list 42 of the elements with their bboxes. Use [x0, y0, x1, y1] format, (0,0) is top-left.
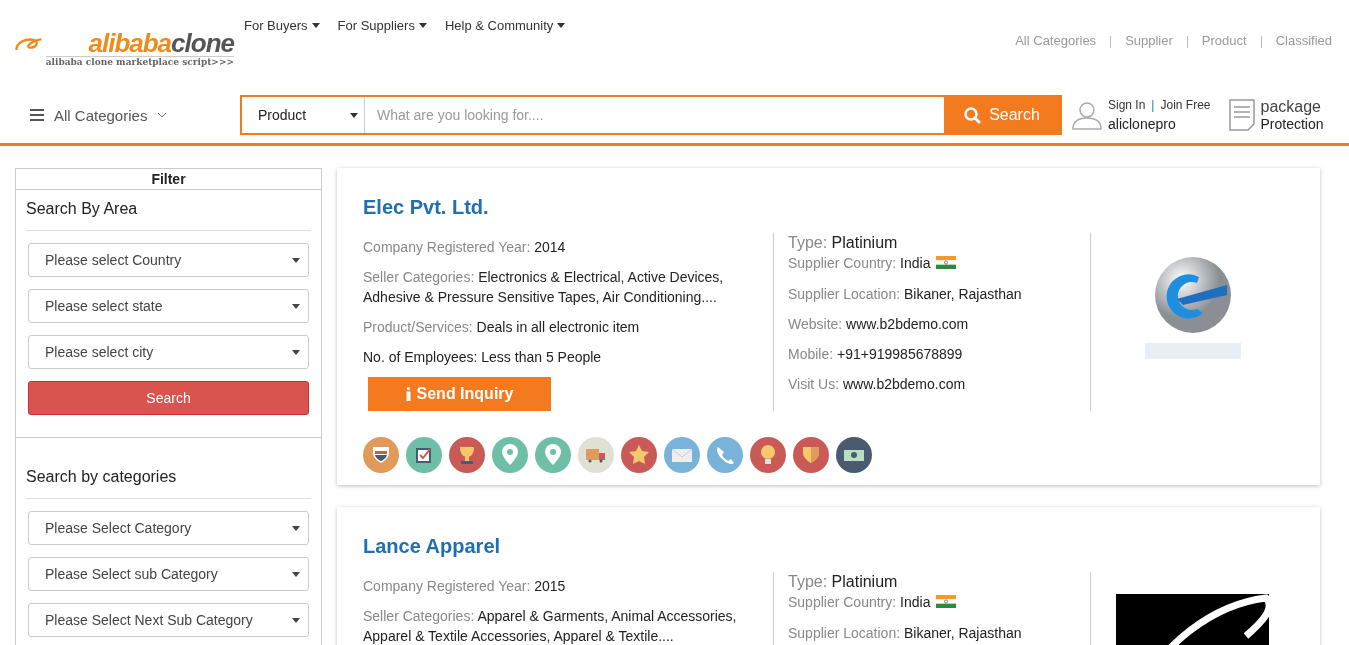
detail-text: Supplier Location: Bikaner, Rajasthan: [788, 624, 1023, 644]
search-button[interactable]: Search: [28, 381, 309, 415]
detail-text: Supplier Country: India: [788, 592, 1076, 614]
detail-text: Supplier Location: Bikaner, Rajasthan: [788, 285, 1023, 305]
separator-text: |: [1151, 98, 1155, 112]
username-text: aliclonepro: [1108, 116, 1177, 132]
site-logo[interactable]: alibabaclone alibaba clone marketplace script>>>: [14, 30, 234, 70]
detail-text: Product/Services: Deals in all electronic item: [363, 318, 641, 337]
detail-text: No. of Employees: Less than 5 People: [363, 348, 603, 367]
nav-menu[interactable]: Help & Community: [444, 18, 566, 33]
detail-text: Website: www.b2bdemo.com: [788, 315, 970, 335]
dropdown-select[interactable]: Please select Country: [28, 243, 309, 277]
detail-text: Company Registered Year: 2014: [363, 238, 567, 257]
filter-title: Filter: [16, 169, 321, 190]
detail-text: Seller Categories: Electronics & Electrical, Active Devices, Adhesive & Pressure Sensitive Tapes, Air Conditioning....: [363, 268, 725, 307]
dropdown-select[interactable]: Please Select sub Category: [28, 557, 309, 591]
detail-text: Type: Platinium: [788, 233, 899, 253]
search-bar[interactable]: Product What are you looking for.... Search: [240, 95, 1062, 135]
detail-text: Company Registered Year: 2015: [363, 577, 567, 596]
categories-menu[interactable]: All Categories: [30, 106, 240, 124]
section-title: Search by categories: [26, 468, 311, 499]
detail-text: Type: Platinium: [788, 572, 899, 592]
dropdown-select[interactable]: Please select state: [28, 289, 309, 323]
nav-menu[interactable]: For Buyers: [244, 18, 320, 33]
package-label[interactable]: package: [1260, 98, 1324, 116]
detail-text: Visit Us: www.b2bdemo.com: [788, 375, 967, 395]
section-title: Search By Area: [26, 200, 311, 231]
detail-text: Supplier Country: India: [788, 253, 1076, 275]
company-name[interactable]: Elec Pvt. Ltd.: [363, 196, 489, 219]
dropdown-select[interactable]: Please Select Category: [28, 511, 309, 545]
company-name[interactable]: Lance Apparel: [363, 535, 501, 558]
detail-text: Mobile: +91+919985678899: [788, 345, 964, 365]
dropdown-select[interactable]: Please select city: [28, 335, 309, 369]
search-type-select[interactable]: Product: [242, 97, 364, 133]
logo-tagline: alibaba clone marketplace script>>>: [45, 56, 234, 67]
dropdown-select[interactable]: Please Select Next Sub Category: [28, 603, 309, 637]
join-free-link[interactable]: Join Free: [1160, 98, 1211, 112]
protection-label[interactable]: Protection: [1260, 116, 1324, 132]
logo-text: alibabaclone: [88, 30, 234, 56]
sign-in-link[interactable]: Sign In: [1108, 98, 1146, 112]
detail-text: Seller Categories: Apparel & Garments, Animal Accessories, Apparel & Textile Accessories, Apparel & Textile....: [363, 607, 738, 645]
nav-menu[interactable]: For Suppliers: [337, 18, 427, 33]
